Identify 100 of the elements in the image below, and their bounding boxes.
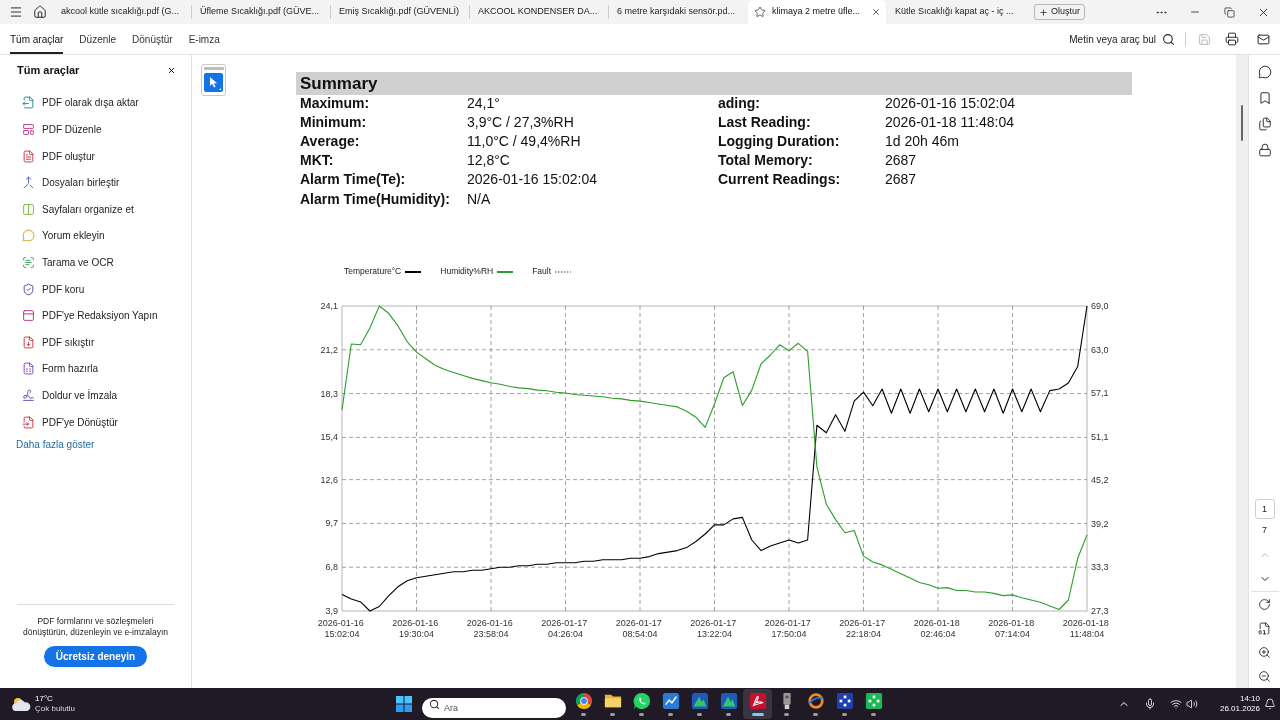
comment-icon bbox=[22, 229, 35, 243]
close-button[interactable] bbox=[166, 65, 176, 75]
summary-label: Alarm Time(Humidity): bbox=[300, 189, 451, 209]
summary-value: 2026-01-16 15:02:04 bbox=[467, 170, 598, 190]
summary-value: 2026-01-16 15:02:04 bbox=[885, 93, 1016, 113]
tool-item[interactable]: PDF olarak dışa aktar bbox=[17, 89, 174, 117]
tool-tab[interactable]: Düzenle bbox=[79, 24, 117, 54]
weather-temperature: 17°C bbox=[35, 694, 54, 704]
legend-label: Fault bbox=[532, 265, 552, 279]
select-tool-button[interactable] bbox=[201, 64, 226, 96]
tool-item[interactable]: PDF'ye Redaksiyon Yapın bbox=[17, 302, 174, 329]
summary-value: 1d 20h 46m bbox=[885, 131, 960, 151]
tool-item[interactable]: Doldur ve İmzala bbox=[17, 382, 174, 409]
scrollbar-thumb[interactable] bbox=[1241, 105, 1243, 141]
tool-item[interactable]: PDF'ye Dönüştür bbox=[17, 408, 174, 436]
document-tab[interactable]: klimaya 2 metre üfle... bbox=[748, 0, 886, 24]
taskbar-app-button[interactable] bbox=[743, 689, 772, 719]
chart-tile-icon bbox=[661, 692, 680, 711]
tool-item[interactable]: Tarama ve OCR bbox=[17, 249, 174, 276]
document-tab[interactable]: Emiş Sıcaklığı.pdf (GÜVENLİ) bbox=[331, 0, 469, 24]
zoom-out-icon bbox=[1258, 669, 1271, 683]
axis-tick-label: 45,2 bbox=[1091, 474, 1109, 485]
merge-icon bbox=[22, 176, 35, 190]
tool-tab[interactable]: Dönüştür bbox=[132, 24, 173, 54]
tool-tab[interactable]: E-imza bbox=[188, 24, 220, 54]
save-icon bbox=[1197, 32, 1211, 46]
tool-item[interactable]: Yorum ekleyin bbox=[17, 222, 174, 250]
axis-tick-label: 57,1 bbox=[1091, 387, 1109, 398]
shield-icon bbox=[22, 282, 35, 296]
axis-tick-label: 63,0 bbox=[1091, 344, 1109, 355]
axis-tick-label: 9,7 bbox=[325, 518, 338, 529]
menu-icon bbox=[9, 5, 23, 19]
clock-date: 26.01.2026 bbox=[1219, 704, 1260, 714]
summary-label: Logging Duration: bbox=[718, 131, 841, 151]
axis-tick-label: 3,9 bbox=[325, 605, 338, 616]
weather-condition: Çok bulutlu bbox=[35, 704, 76, 714]
find-button[interactable]: Metin veya araç bul bbox=[1069, 31, 1175, 47]
summary-value: 24,1° bbox=[467, 93, 501, 113]
bookmark-icon bbox=[1257, 91, 1272, 105]
create-button[interactable]: Oluştur bbox=[1034, 4, 1085, 20]
clock-time: 14:10 bbox=[1239, 694, 1260, 704]
axis-tick-label: 2026-01-16 23:58:04 bbox=[466, 617, 513, 639]
lock-icon bbox=[1257, 143, 1272, 157]
document-tab[interactable]: Üfleme Sıcaklığı.pdf (GÜVE... bbox=[192, 0, 330, 24]
orbit-logo-icon bbox=[806, 692, 825, 711]
form-icon bbox=[22, 362, 35, 376]
file-export-icon bbox=[22, 96, 35, 110]
axis-tick-label: 27,3 bbox=[1091, 605, 1109, 616]
document-tab[interactable]: Kütle Sıcaklığı kapat aç - iç ... bbox=[887, 0, 1025, 24]
document-tab[interactable]: AKCOOL KONDENSER DA... bbox=[470, 0, 608, 24]
search-icon bbox=[429, 698, 440, 710]
search-field[interactable]: Ara bbox=[422, 698, 566, 718]
microphone-icon bbox=[1144, 698, 1156, 710]
show-more-link[interactable]: Daha fazla göster bbox=[16, 435, 95, 454]
swirl-tile-icon bbox=[748, 692, 767, 711]
summary-label: Average: bbox=[300, 131, 361, 151]
document-tab[interactable]: 6 metre karşıdaki sensör.pd... bbox=[609, 0, 747, 24]
close-icon bbox=[871, 7, 881, 17]
dots-tile-icon bbox=[835, 692, 854, 711]
tool-tab[interactable]: Tüm araçlar bbox=[10, 24, 64, 54]
zoom-in-icon bbox=[1258, 645, 1271, 659]
axis-tick-label: 39,2 bbox=[1091, 518, 1109, 529]
grid-logo-icon bbox=[396, 696, 412, 712]
pages-icon bbox=[1257, 117, 1272, 131]
mail-icon bbox=[1256, 32, 1270, 46]
tool-item[interactable]: PDF Düzenle bbox=[17, 116, 174, 143]
tool-item[interactable]: PDF koru bbox=[17, 275, 174, 303]
summary-label: ading: bbox=[718, 93, 761, 113]
axis-tick-label: 2026-01-18 02:46:04 bbox=[913, 617, 960, 639]
axis-tick-label: 2026-01-16 19:30:04 bbox=[392, 617, 439, 639]
ring-logo-icon bbox=[574, 692, 593, 711]
file-icon bbox=[22, 149, 35, 163]
summary-heading: Summary bbox=[296, 72, 1132, 95]
signature-icon bbox=[22, 388, 35, 402]
page-number-field[interactable]: 1 bbox=[1254, 499, 1275, 519]
axis-tick-label: 6,8 bbox=[325, 561, 338, 572]
document-tab[interactable]: akcool kütle sıcaklığı.pdf (G... bbox=[53, 0, 191, 24]
summary-value: 11,0°C / 49,4%RH bbox=[467, 131, 582, 151]
tool-item[interactable]: PDF sıkıştır bbox=[17, 328, 174, 356]
plus-icon bbox=[1039, 7, 1048, 17]
axis-tick-label: 12,6 bbox=[320, 474, 338, 485]
tool-item[interactable]: Form hazırla bbox=[17, 355, 174, 383]
summary-value: 2026-01-18 11:48:04 bbox=[885, 112, 1015, 132]
axis-tick-label: 2026-01-17 13:22:04 bbox=[690, 617, 737, 639]
mountain-tile-icon bbox=[719, 692, 738, 711]
panel-icon bbox=[22, 309, 35, 323]
close-icon bbox=[166, 65, 176, 75]
axis-tick-label: 69,0 bbox=[1091, 300, 1109, 311]
summary-value: 2687 bbox=[885, 151, 918, 171]
home-icon bbox=[33, 5, 47, 19]
summary-value: 3,9°C / 27,3%RH bbox=[467, 112, 575, 132]
axis-tick-label: 24,1 bbox=[320, 300, 338, 311]
tool-item[interactable]: PDF oluştur bbox=[17, 142, 174, 170]
notification-icon bbox=[1264, 698, 1276, 710]
try-free-button[interactable]: Ücretsiz deneyin bbox=[43, 646, 148, 667]
cloud-icon bbox=[11, 697, 31, 711]
speaker-icon bbox=[1186, 698, 1198, 710]
axis-tick-label: 2026-01-18 07:14:04 bbox=[988, 617, 1035, 639]
tool-item[interactable]: Dosyaları birleştir bbox=[17, 169, 174, 196]
tool-item[interactable]: Sayfaları organize et bbox=[17, 195, 174, 223]
